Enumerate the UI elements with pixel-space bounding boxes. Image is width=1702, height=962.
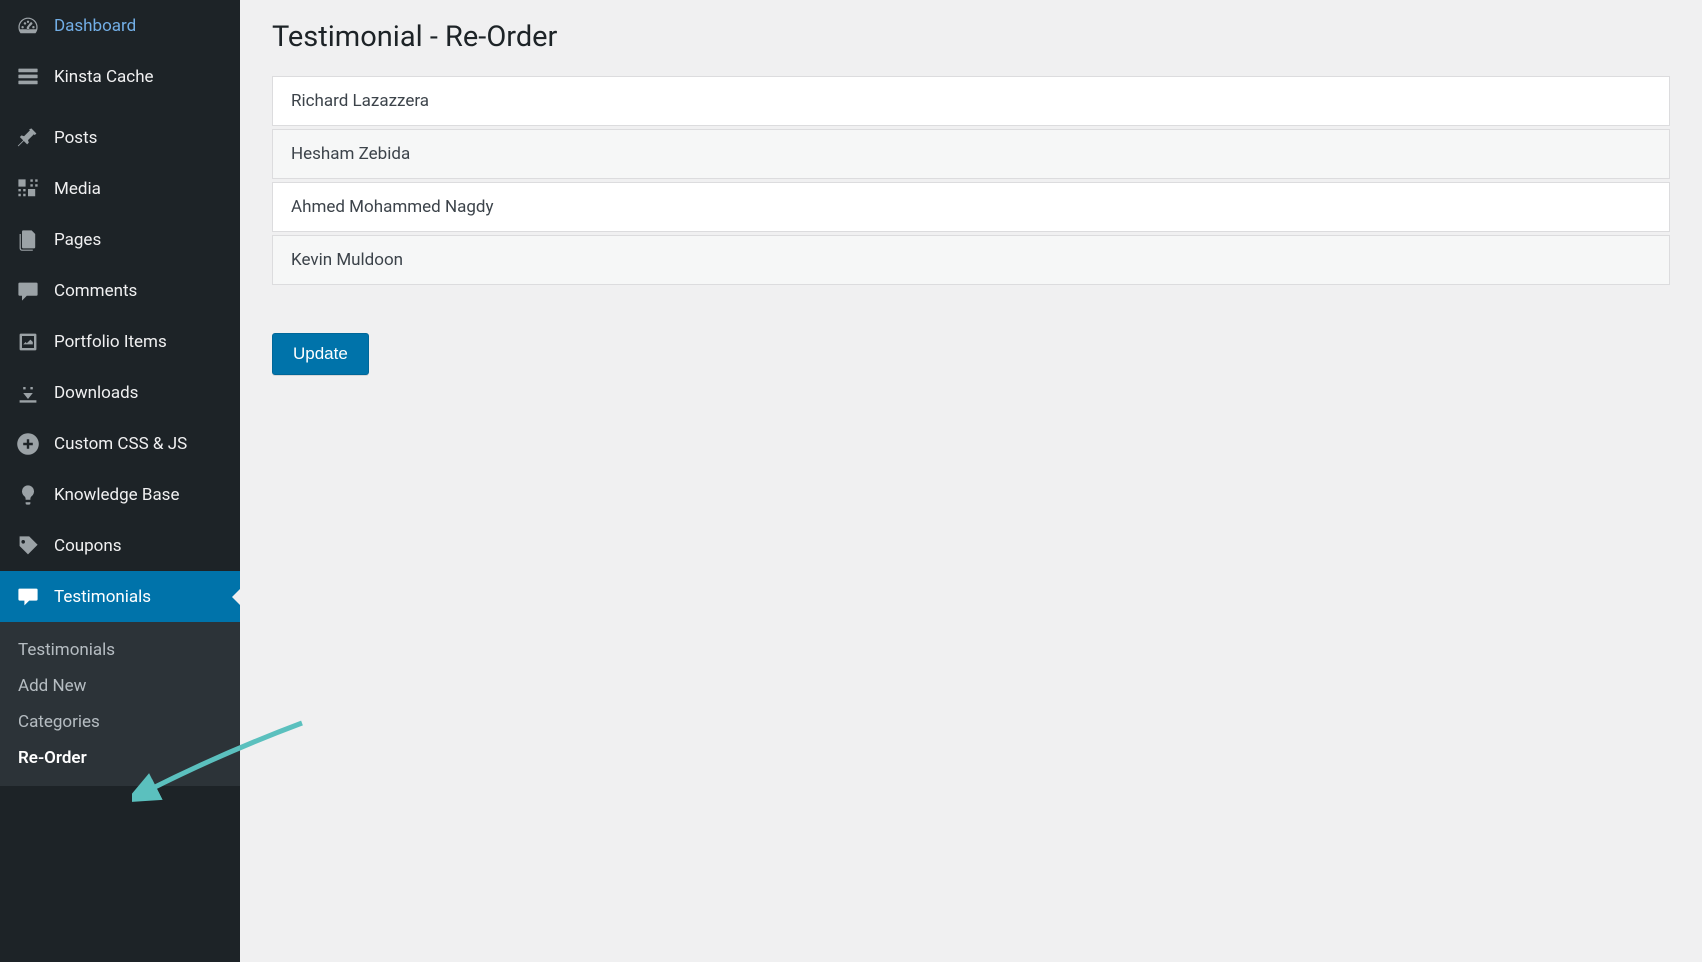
downloads-icon [16, 381, 40, 405]
sidebar-item-label: Comments [54, 281, 137, 301]
sidebar-item-label: Pages [54, 230, 101, 250]
sidebar-item-dashboard[interactable]: Dashboard [0, 0, 240, 51]
page-title: Testimonial - Re-Order [272, 20, 1670, 54]
submenu-item-reorder[interactable]: Re-Order [0, 740, 240, 776]
sidebar-item-comments[interactable]: Comments [0, 265, 240, 316]
cache-icon [16, 65, 40, 89]
sidebar-item-label: Portfolio Items [54, 332, 167, 352]
sidebar-item-label: Posts [54, 128, 97, 148]
dashboard-icon [16, 14, 40, 38]
comments-icon [16, 279, 40, 303]
sidebar-item-label: Downloads [54, 383, 138, 403]
sidebar-item-label: Knowledge Base [54, 485, 179, 505]
testimonials-submenu: Testimonials Add New Categories Re-Order [0, 622, 240, 786]
sidebar-item-label: Coupons [54, 536, 122, 556]
plus-circle-icon [16, 432, 40, 456]
sidebar-item-label: Media [54, 179, 101, 199]
portfolio-icon [16, 330, 40, 354]
sidebar-item-label: Kinsta Cache [54, 67, 154, 87]
sidebar-item-label: Dashboard [54, 16, 136, 36]
sidebar-item-coupons[interactable]: Coupons [0, 520, 240, 571]
pin-icon [16, 126, 40, 150]
sidebar-item-portfolio[interactable]: Portfolio Items [0, 316, 240, 367]
update-button[interactable]: Update [272, 333, 369, 375]
sidebar-item-custom-css-js[interactable]: Custom CSS & JS [0, 418, 240, 469]
sidebar-item-knowledge-base[interactable]: Knowledge Base [0, 469, 240, 520]
sidebar-item-label: Custom CSS & JS [54, 434, 187, 454]
tag-icon [16, 534, 40, 558]
sidebar-item-testimonials[interactable]: Testimonials [0, 571, 240, 622]
main-content: Testimonial - Re-Order Richard Lazazzera… [240, 0, 1702, 962]
sidebar-item-kinsta-cache[interactable]: Kinsta Cache [0, 51, 240, 102]
media-icon [16, 177, 40, 201]
sidebar-item-label: Testimonials [54, 587, 151, 607]
reorder-item[interactable]: Richard Lazazzera [272, 76, 1670, 126]
reorder-item[interactable]: Ahmed Mohammed Nagdy [272, 182, 1670, 232]
submenu-item-testimonials[interactable]: Testimonials [0, 632, 240, 668]
sidebar-item-pages[interactable]: Pages [0, 214, 240, 265]
pages-icon [16, 228, 40, 252]
admin-sidebar: Dashboard Kinsta Cache Posts Media Pages… [0, 0, 240, 962]
reorder-list: Richard Lazazzera Hesham Zebida Ahmed Mo… [272, 76, 1670, 285]
sidebar-item-posts[interactable]: Posts [0, 112, 240, 163]
sidebar-item-media[interactable]: Media [0, 163, 240, 214]
submenu-item-categories[interactable]: Categories [0, 704, 240, 740]
reorder-item[interactable]: Hesham Zebida [272, 129, 1670, 179]
submenu-item-add-new[interactable]: Add New [0, 668, 240, 704]
reorder-item[interactable]: Kevin Muldoon [272, 235, 1670, 285]
bulb-icon [16, 483, 40, 507]
sidebar-item-downloads[interactable]: Downloads [0, 367, 240, 418]
testimonials-icon [16, 585, 40, 609]
